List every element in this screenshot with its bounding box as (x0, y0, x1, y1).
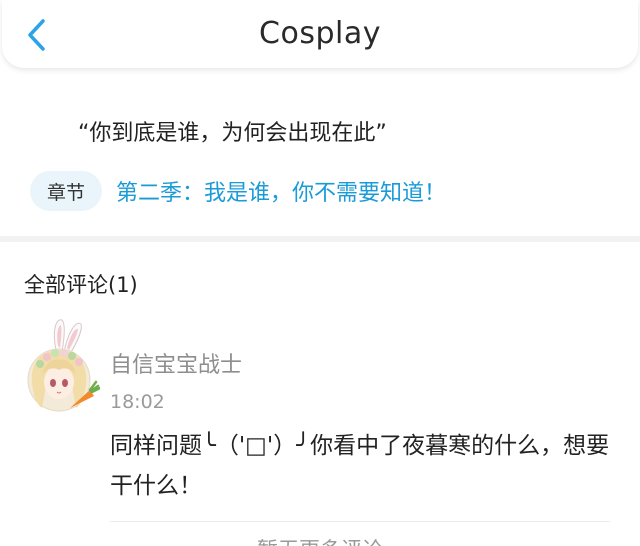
comment-username[interactable]: 自信宝宝战士 (110, 347, 242, 379)
section-divider (0, 236, 640, 242)
chapter-quote: “你到底是谁，为何会出现在此” (78, 121, 387, 146)
comments-heading: 全部评论(1) (24, 273, 138, 297)
comment-text: 同样问题╰（'□'）╯你看中了夜暮寒的什么，想要干什么！ (110, 433, 610, 499)
top-nav-bar: Cosplay (2, 0, 638, 68)
chapter-row[interactable]: 章节 第二季：我是谁，你不需要知道！ (30, 170, 446, 212)
page-title: Cosplay (259, 16, 381, 51)
no-more-comments-label: 暂无更多评论 (0, 534, 640, 546)
comment-divider (110, 521, 610, 522)
avatar[interactable] (18, 312, 100, 412)
chapter-badge: 章节 (30, 171, 102, 211)
comment-timestamp: 18:02 (110, 391, 165, 413)
chapter-title-link[interactable]: 第二季：我是谁，你不需要知道！ (116, 175, 446, 207)
